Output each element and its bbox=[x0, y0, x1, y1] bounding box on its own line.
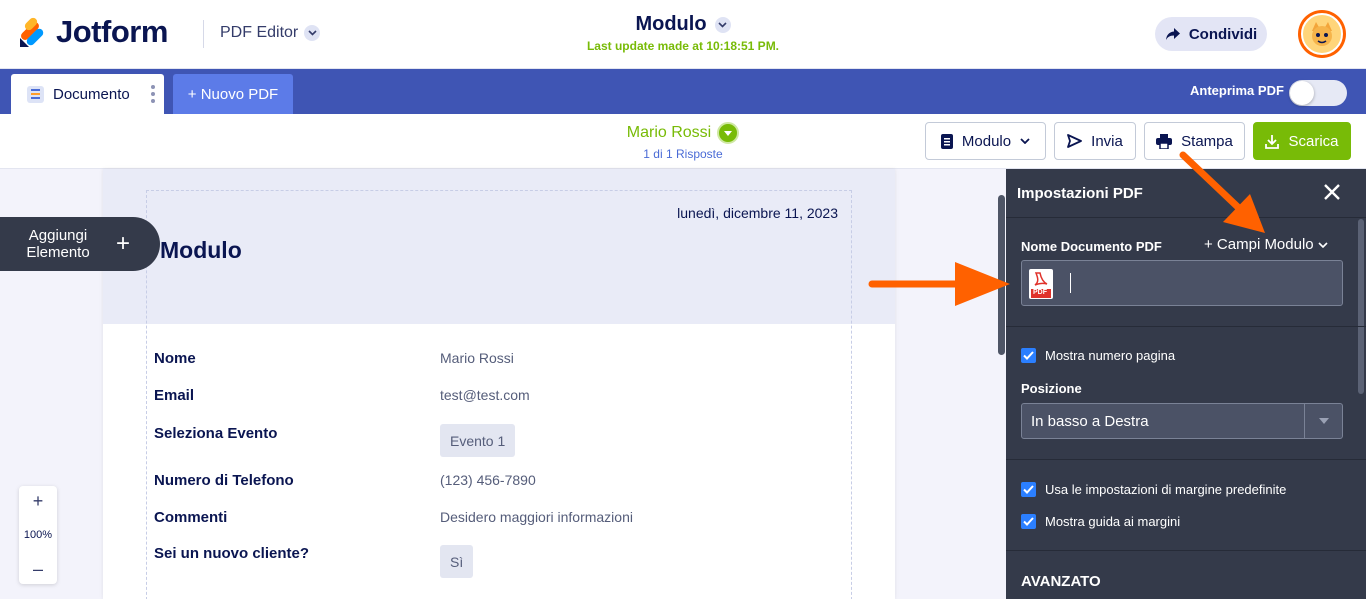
panel-title: Impostazioni PDF bbox=[1017, 184, 1143, 202]
zoom-level: 100% bbox=[23, 529, 53, 541]
check-icon bbox=[1021, 348, 1036, 363]
show-page-number-checkbox[interactable]: Mostra numero pagina bbox=[1021, 348, 1175, 363]
field-label-nuovo-cliente: Sei un nuovo cliente? bbox=[154, 545, 310, 562]
submitter-name: Mario Rossi bbox=[626, 124, 712, 141]
zoom-out-button[interactable]: – bbox=[33, 558, 43, 580]
send-icon bbox=[1067, 134, 1083, 148]
form-icon bbox=[940, 133, 953, 149]
new-pdf-button[interactable]: + Nuovo PDF bbox=[173, 74, 293, 114]
pdf-icon-text: PDF bbox=[1033, 289, 1047, 296]
margin-guide-label: Mostra guida ai margini bbox=[1045, 514, 1181, 529]
chevron-down-icon bbox=[714, 16, 731, 33]
position-value: In basso a Destra bbox=[1031, 412, 1149, 430]
submission-toolbar: Mario Rossi 1 di 1 Risposte Modulo Invia… bbox=[0, 114, 1366, 169]
canvas-scrollbar[interactable] bbox=[998, 195, 1005, 355]
zoom-in-button[interactable]: + bbox=[33, 490, 44, 512]
printer-icon bbox=[1156, 133, 1173, 149]
tab-documento-label: Documento bbox=[53, 85, 130, 103]
default-margins-label: Usa le impostazioni di margine predefini… bbox=[1045, 482, 1287, 497]
show-page-number-label: Mostra numero pagina bbox=[1045, 348, 1176, 363]
field-label-telefono: Numero di Telefono bbox=[154, 472, 294, 489]
kebab-menu-icon[interactable] bbox=[150, 85, 155, 103]
download-label: Scarica bbox=[1288, 132, 1339, 150]
field-value-commenti: Desidero maggiori informazioni bbox=[440, 509, 633, 525]
document-date[interactable]: lunedì, dicembre 11, 2023 bbox=[677, 205, 838, 221]
field-value-email: test@test.com bbox=[440, 387, 530, 403]
top-header: Jotform PDF Editor Modulo Last update ma… bbox=[0, 0, 1366, 69]
add-element-label: Aggiungi Elemento bbox=[0, 227, 116, 261]
close-icon[interactable] bbox=[1322, 182, 1342, 202]
doc-name-label: Nome Documento PDF bbox=[1021, 239, 1162, 254]
avatar[interactable] bbox=[1298, 10, 1346, 58]
check-icon bbox=[1021, 514, 1036, 529]
preview-pdf-toggle[interactable] bbox=[1289, 80, 1347, 106]
toggle-knob bbox=[1290, 81, 1314, 105]
submission-selector[interactable]: Mario Rossi bbox=[626, 122, 740, 144]
print-button[interactable]: Stampa bbox=[1144, 122, 1245, 160]
share-icon bbox=[1165, 28, 1180, 40]
field-value-evento: Evento 1 bbox=[440, 424, 516, 457]
pdf-settings-panel: Impostazioni PDF Nome Documento PDF + Ca… bbox=[1006, 169, 1366, 599]
form-fields-label: + Campi Modulo bbox=[1204, 236, 1314, 253]
position-label: Posizione bbox=[1021, 381, 1082, 396]
advanced-section-label[interactable]: AVANZATO bbox=[1021, 573, 1101, 590]
chevron-down-icon bbox=[1318, 241, 1328, 248]
preview-pdf-label: Anteprima PDF bbox=[1190, 83, 1284, 98]
field-value-nuovo-cliente: Sì bbox=[440, 545, 474, 578]
print-label: Stampa bbox=[1181, 132, 1233, 150]
form-fields-dropdown[interactable]: + Campi Modulo bbox=[1204, 236, 1328, 253]
form-title-dropdown[interactable]: Modulo bbox=[635, 13, 731, 36]
field-value-telefono: (123) 456-7890 bbox=[440, 472, 536, 488]
plus-icon: + bbox=[116, 230, 131, 257]
add-element-line1: Aggiungi bbox=[28, 227, 88, 244]
field-label-nome: Nome bbox=[154, 350, 196, 367]
position-select[interactable]: In basso a Destra bbox=[1021, 403, 1343, 439]
check-icon bbox=[1021, 482, 1036, 497]
form-title: Modulo bbox=[635, 13, 707, 35]
dropdown-arrow-icon bbox=[1304, 404, 1342, 438]
download-button[interactable]: Scarica bbox=[1253, 122, 1351, 160]
share-button[interactable]: Condividi bbox=[1155, 17, 1267, 51]
document-title[interactable]: Modulo bbox=[160, 237, 242, 264]
zoom-control: + 100% – bbox=[19, 486, 57, 584]
avatar-image bbox=[1301, 13, 1343, 55]
default-margins-checkbox[interactable]: Usa le impostazioni di margine predefini… bbox=[1021, 482, 1286, 497]
send-label: Invia bbox=[1091, 132, 1123, 150]
field-value-nome: Mario Rossi bbox=[440, 350, 514, 366]
doc-name-input[interactable]: PDF bbox=[1021, 260, 1343, 306]
margin-guide-checkbox[interactable]: Mostra guida ai margini bbox=[1021, 514, 1180, 529]
add-element-button[interactable]: Aggiungi Elemento + bbox=[0, 217, 160, 271]
chevron-down-icon bbox=[1020, 138, 1030, 144]
form-dropdown-button[interactable]: Modulo bbox=[925, 122, 1046, 160]
field-label-evento: Seleziona Evento bbox=[154, 425, 278, 442]
tab-bar: Documento + Nuovo PDF Anteprima PDF bbox=[0, 69, 1366, 114]
download-icon bbox=[1265, 134, 1280, 149]
panel-divider bbox=[1006, 550, 1366, 551]
send-button[interactable]: Invia bbox=[1054, 122, 1136, 160]
form-dropdown-label: Modulo bbox=[961, 132, 1012, 150]
add-element-line2: Elemento bbox=[26, 244, 90, 261]
share-label: Condividi bbox=[1188, 25, 1258, 43]
tab-documento[interactable]: Documento bbox=[11, 74, 164, 114]
panel-header: Impostazioni PDF bbox=[1006, 169, 1366, 218]
pdf-file-icon: PDF bbox=[1029, 269, 1053, 299]
document-icon bbox=[27, 85, 44, 103]
panel-divider bbox=[1006, 459, 1366, 460]
chevron-down-icon bbox=[717, 122, 740, 144]
field-label-email: Email bbox=[154, 387, 195, 404]
text-cursor bbox=[1070, 273, 1071, 293]
panel-divider bbox=[1006, 326, 1366, 327]
pdf-page: lunedì, dicembre 11, 2023 Modulo Nome Ma… bbox=[103, 169, 895, 599]
field-label-commenti: Commenti bbox=[154, 509, 228, 526]
panel-scrollbar[interactable] bbox=[1358, 219, 1364, 394]
